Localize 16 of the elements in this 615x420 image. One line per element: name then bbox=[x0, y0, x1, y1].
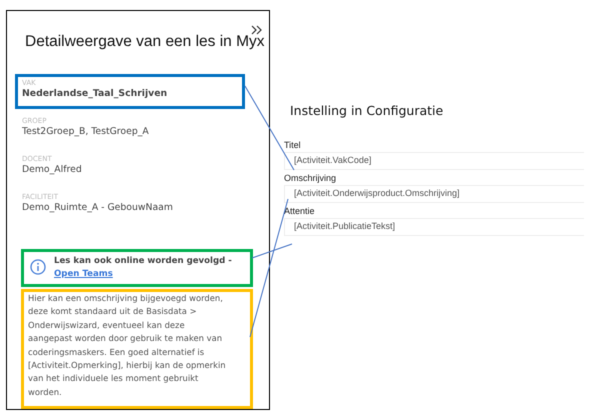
field-value: Demo_Alfred bbox=[22, 164, 83, 175]
section-title: Instelling in Configuratie bbox=[290, 103, 444, 118]
field-value: Demo_Ruimte_A - GebouwNaam bbox=[22, 202, 174, 213]
field-label: Omschrijving bbox=[284, 173, 336, 183]
double-chevron-icon[interactable] bbox=[251, 25, 263, 35]
field-value: Test2Groep_B, TestGroep_A bbox=[22, 126, 150, 137]
notice-text: Les kan ook online worden gevolgd - Open Teams bbox=[54, 255, 232, 281]
input-field[interactable]: [Activiteit.Onderwijsproduct.Omschrijving] bbox=[284, 185, 584, 203]
info-icon bbox=[30, 259, 46, 275]
description-text: Hier kan een omschrijving bijgevoegd worden, deze komt standaard uit de Basisdata > Onderwijswizard, eventueel kan deze aangepast worden door gebruik te maken van coderingsmaskers. Een goed alternatief is [Activiteit.Opmerking], hierbij kan de opmerkin van het individuele les moment gebruikt worden. bbox=[21, 289, 253, 409]
input-field[interactable]: [Activiteit.PublicatieTekst] bbox=[284, 218, 584, 236]
field-value: Nederlandse_Taal_Schrijven bbox=[22, 88, 168, 99]
field-label: Titel bbox=[284, 140, 301, 150]
input-field[interactable]: [Activiteit.VakCode] bbox=[284, 152, 584, 170]
open-teams-link[interactable]: Open Teams bbox=[54, 269, 113, 279]
panel-title: Detailweergave van een les in Myx bbox=[25, 33, 266, 51]
